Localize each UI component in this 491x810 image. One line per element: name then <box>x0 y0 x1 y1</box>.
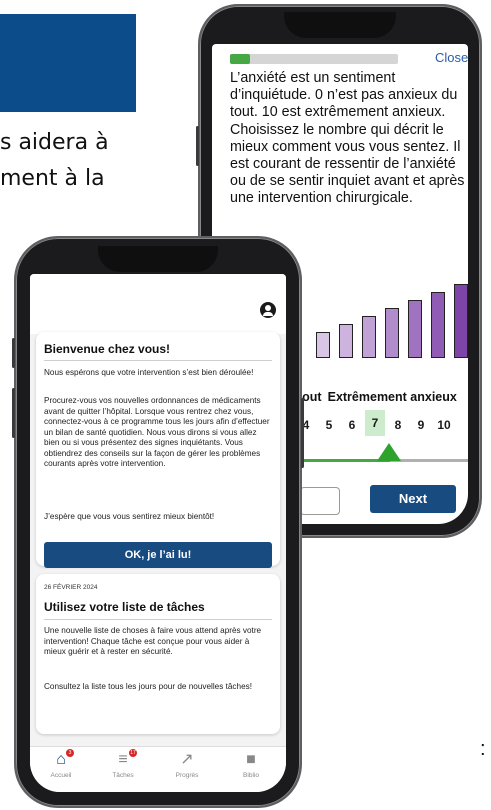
welcome-paragraph-3: J’espère que vous vous sentirez mieux bi… <box>44 512 215 521</box>
scale-bar <box>431 292 445 358</box>
task-paragraph-1: Une nouvelle liste de choses à faire vou… <box>44 626 262 656</box>
list-icon: ≡ <box>118 751 128 768</box>
ok-read-button[interactable]: OK, je l’ai lu! <box>44 542 272 568</box>
close-link[interactable]: Close <box>435 50 468 65</box>
scale-bar <box>339 324 353 358</box>
phone-mute-switch <box>12 338 15 368</box>
welcome-paragraph-2: Procurez-vous vos nouvelles ordonnances … <box>44 396 270 468</box>
tab-taches[interactable]: ≡ 17 Tâches <box>98 749 148 779</box>
tab-badge: 17 <box>129 749 137 757</box>
home-screen: Bienvenue chez vous! Nous espérons que v… <box>30 274 286 792</box>
progress-bar-fill <box>230 54 251 64</box>
top-bar <box>30 274 286 334</box>
welcome-card: Bienvenue chez vous! Nous espérons que v… <box>36 332 280 568</box>
scale-bar <box>385 308 399 358</box>
progress-bar <box>230 54 398 64</box>
trend-icon: ↗ <box>180 751 194 768</box>
welcome-title: Bienvenue chez vous! <box>44 342 171 356</box>
scale-number-7[interactable]: 7 <box>365 410 385 436</box>
slider-thumb[interactable] <box>377 443 401 461</box>
scale-number-9[interactable]: 9 <box>411 418 431 432</box>
phone-notch <box>284 12 396 38</box>
tab-biblio[interactable]: ■ Biblio <box>226 751 276 779</box>
divider <box>44 360 272 361</box>
scale-bar <box>454 284 468 358</box>
tab-label: Tâches <box>112 772 134 779</box>
bottom-tab-bar: ⌂ 3 Accueil ≡ 17 Tâches ↗ Progrès ■ Bibl… <box>30 746 286 792</box>
phone-notch <box>98 246 218 272</box>
tab-label: Accueil <box>50 772 72 779</box>
anxiety-description: L’anxiété est un sentiment d’inquiétude.… <box>230 70 465 207</box>
phone-volume-button <box>196 126 199 166</box>
next-button[interactable]: Next <box>370 485 456 513</box>
tab-label: Biblio <box>243 772 259 779</box>
background-blue-block <box>0 14 136 112</box>
background-colon: : <box>480 738 486 760</box>
profile-icon[interactable] <box>260 302 276 318</box>
task-list-title: Utilisez votre liste de tâches <box>44 600 205 614</box>
home-icon: ⌂ <box>56 751 66 768</box>
front-phone-frame: Bienvenue chez vous! Nous espérons que v… <box>12 236 304 808</box>
scale-number-8[interactable]: 8 <box>388 418 408 432</box>
scale-number-5[interactable]: 5 <box>319 418 339 432</box>
background-text-line-2: ment à la <box>0 166 105 191</box>
task-list-card: 26 FÉVRIER 2024 Utilisez votre liste de … <box>36 574 280 734</box>
tab-label: Progrès <box>175 772 199 779</box>
tab-badge: 3 <box>66 749 74 757</box>
scale-number-6[interactable]: 6 <box>342 418 362 432</box>
scale-bar <box>408 300 422 358</box>
phone-power-button <box>301 398 304 468</box>
background-text-line-1: s aidera à <box>0 130 109 155</box>
phone-volume-button <box>12 388 15 438</box>
welcome-paragraph-1: Nous espérons que votre intervention s’e… <box>44 368 254 377</box>
scale-label-high: Extrêmement anxieux <box>327 390 457 404</box>
previous-button[interactable] <box>300 487 340 515</box>
tab-accueil[interactable]: ⌂ 3 Accueil <box>36 749 86 779</box>
scale-labels: tout Extrêmement anxieux <box>298 390 463 404</box>
card-date: 26 FÉVRIER 2024 <box>44 584 98 591</box>
scale-number-10[interactable]: 10 <box>434 418 454 432</box>
scale-bar <box>316 332 330 358</box>
scale-bar <box>362 316 376 358</box>
tab-progres[interactable]: ↗ Progrès <box>162 751 212 779</box>
book-icon: ■ <box>246 751 256 768</box>
divider <box>44 619 272 620</box>
task-paragraph-2: Consultez la liste tous les jours pour d… <box>44 682 252 691</box>
